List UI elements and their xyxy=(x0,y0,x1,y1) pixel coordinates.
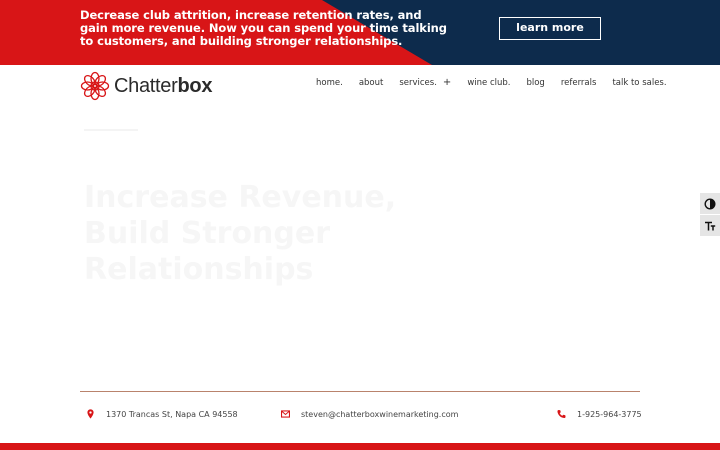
nav-label: wine club. xyxy=(467,78,511,88)
email-icon xyxy=(281,410,290,418)
banner-text: Decrease club attrition, increase retent… xyxy=(80,8,447,48)
nav-talk-to-sales[interactable]: talk to sales. xyxy=(612,78,666,88)
nav-label: home. xyxy=(316,78,343,88)
address-text: 1370 Trancas St, Napa CA 94558 xyxy=(106,409,238,419)
nav-home[interactable]: home. xyxy=(316,78,343,88)
hero-title: Increase Revenue, Build Stronger Relatio… xyxy=(84,180,397,287)
nav-label: talk to sales. xyxy=(612,78,667,88)
footer-divider xyxy=(80,391,640,392)
email-text[interactable]: steven@chatterboxwinemarketing.com xyxy=(301,410,458,419)
nav-label: blog xyxy=(526,78,545,88)
nav-referrals[interactable]: referrals xyxy=(561,78,597,88)
contrast-icon xyxy=(704,197,716,210)
logo[interactable]: Chatterbox xyxy=(80,71,212,101)
nav-blog[interactable]: blog xyxy=(526,78,544,88)
hero-divider xyxy=(84,129,138,131)
main-nav: home. about services. + wine club. blog r… xyxy=(316,78,683,89)
contrast-toggle-button[interactable] xyxy=(700,193,720,214)
nav-label: services. xyxy=(399,78,437,88)
bottom-bar xyxy=(0,443,720,450)
logo-icon xyxy=(80,71,110,101)
learn-more-button[interactable]: learn more xyxy=(499,17,601,40)
logo-text-bold: box xyxy=(177,74,213,97)
nav-label: about xyxy=(358,78,384,88)
nav-about[interactable]: about xyxy=(359,78,384,88)
logo-wordmark: Chatterbox xyxy=(114,75,212,98)
contact-phone[interactable]: 1-925-964-3775 xyxy=(557,409,642,419)
font-size-icon xyxy=(705,221,716,230)
phone-icon xyxy=(557,409,566,419)
page: Decrease club attrition, increase retent… xyxy=(0,0,720,450)
logo-text-light: Chatter xyxy=(114,74,178,97)
expand-plus-icon[interactable]: + xyxy=(443,78,451,88)
contact-email[interactable]: steven@chatterboxwinemarketing.com xyxy=(281,409,458,419)
nav-label: referrals xyxy=(560,78,597,88)
promo-banner: Decrease club attrition, increase retent… xyxy=(0,0,720,65)
contact-address: 1370 Trancas St, Napa CA 94558 xyxy=(86,409,238,419)
nav-wine-club[interactable]: wine club. xyxy=(467,78,510,88)
accessibility-toolbar xyxy=(700,193,720,237)
site-header: Chatterbox home. about services. + wine c… xyxy=(0,65,720,107)
font-size-button[interactable] xyxy=(700,215,720,236)
nav-services[interactable]: services. + xyxy=(399,78,451,89)
phone-text[interactable]: 1-925-964-3775 xyxy=(577,410,642,419)
location-pin-icon xyxy=(87,409,94,419)
